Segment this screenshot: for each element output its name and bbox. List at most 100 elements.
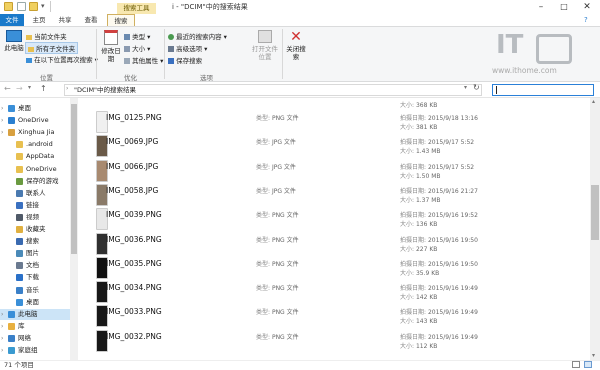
- expand-chevron-icon[interactable]: ›: [1, 333, 3, 344]
- current-folder-button[interactable]: 当前文件夹: [26, 31, 67, 41]
- this-pc-button[interactable]: 此电脑: [3, 30, 25, 70]
- sidebar-item[interactable]: 下载: [0, 272, 70, 283]
- file-row[interactable]: IMG_0033.PNG 类型: PNG 文件 拍摄日期: 2015/9/16 19…: [88, 303, 590, 328]
- all-subfolders-button[interactable]: 所有子文件夹: [25, 42, 79, 54]
- size-button[interactable]: 大小 ▾: [124, 43, 150, 53]
- details-view-icon[interactable]: [572, 361, 580, 368]
- link-icon: [16, 201, 23, 209]
- file-date-value: 2015/9/16 21:27: [427, 187, 478, 195]
- back-icon[interactable]: ←: [4, 84, 11, 93]
- close-search-button[interactable]: ✕ 关闭搜索: [284, 30, 308, 70]
- type-field-label: 类型:: [256, 163, 271, 171]
- file-name: IMG_0058.JPG: [106, 185, 159, 195]
- sidebar-scroll-thumb[interactable]: [71, 104, 77, 254]
- file-date-value: 2015/9/16 19:50: [427, 260, 478, 268]
- sidebar-item-label: AppData: [26, 152, 55, 161]
- sidebar-item[interactable]: 搜索: [0, 236, 70, 247]
- quick-access-dropdown-icon[interactable]: ▾: [41, 2, 45, 10]
- sidebar-item[interactable]: › 此电脑: [0, 308, 70, 320]
- file-name: IMG_0033.PNG: [106, 307, 162, 317]
- search-input[interactable]: [492, 84, 594, 96]
- sidebar-item[interactable]: › Xinghua Jia: [0, 127, 70, 138]
- sidebar-item[interactable]: › 家庭组: [0, 345, 70, 356]
- scroll-up-icon[interactable]: ▴: [592, 98, 595, 105]
- desktop-icon: [16, 298, 23, 306]
- forward-icon[interactable]: →: [16, 84, 23, 93]
- maximize-button[interactable]: □: [553, 0, 575, 14]
- tab-view[interactable]: 查看: [80, 14, 102, 26]
- properties-icon[interactable]: [17, 2, 26, 11]
- sidebar-item[interactable]: › 网络: [0, 333, 70, 344]
- other-properties-button[interactable]: 其他属性 ▾: [124, 55, 163, 65]
- search-again-button[interactable]: 在以下位置再次搜索 ▾: [26, 54, 98, 64]
- sidebar-item[interactable]: › 库: [0, 321, 70, 332]
- sidebar-item[interactable]: › OneDrive: [0, 115, 70, 126]
- sidebar-item[interactable]: AppData: [0, 151, 70, 162]
- file-row[interactable]: IMG_0034.PNG 类型: PNG 文件 拍摄日期: 2015/9/16 19…: [88, 279, 590, 304]
- sidebar-item[interactable]: 收藏夹: [0, 224, 70, 235]
- file-row[interactable]: IMG_0036.PNG 类型: PNG 文件 拍摄日期: 2015/9/16 19…: [88, 231, 590, 255]
- size-field-label: 大小:: [400, 269, 415, 277]
- sidebar-item[interactable]: 文档: [0, 260, 70, 271]
- sidebar-item[interactable]: 视频: [0, 212, 70, 223]
- sidebar-item[interactable]: 链接: [0, 200, 70, 211]
- type-button[interactable]: 类型 ▾: [124, 31, 150, 41]
- file-row[interactable]: IMG_0035.PNG 类型: PNG 文件 拍摄日期: 2015/9/16 19…: [88, 255, 590, 279]
- ithome-logo: IT www.ithome.com: [486, 28, 586, 80]
- refresh-icon[interactable]: ↻: [473, 83, 480, 92]
- large-icons-view-icon[interactable]: [584, 361, 592, 368]
- file-row[interactable]: IMG_0125.PNG 类型: PNG 文件 拍摄日期: 2015/9/18 13…: [88, 109, 590, 133]
- tab-file[interactable]: 文件: [0, 14, 24, 26]
- tab-search[interactable]: 搜索: [107, 14, 135, 26]
- up-icon[interactable]: ↑: [40, 84, 47, 93]
- sidebar-item[interactable]: 桌面: [0, 297, 70, 308]
- file-row[interactable]: IMG_0066.JPG 类型: JPG 文件 拍摄日期: 2015/9/17 5:…: [88, 158, 590, 182]
- file-type-value: PNG 文件: [271, 236, 299, 244]
- file-row[interactable]: IMG_0069.JPG 类型: JPG 文件 拍摄日期: 2015/9/17 5:…: [88, 133, 590, 158]
- tab-share[interactable]: 共享: [54, 14, 76, 26]
- close-button[interactable]: ✕: [576, 0, 598, 14]
- new-folder-icon[interactable]: [29, 2, 38, 11]
- file-date: 拍摄日期: 2015/9/17 5:52: [400, 162, 474, 171]
- minimize-button[interactable]: –: [530, 0, 552, 14]
- expand-chevron-icon[interactable]: ›: [1, 345, 3, 356]
- advanced-options-button[interactable]: 高级选项 ▾: [168, 43, 207, 53]
- recent-searches-button[interactable]: 最近的搜索内容 ▾: [168, 31, 227, 41]
- size-field-label: 大小:: [400, 221, 415, 229]
- folder-icon: [16, 165, 23, 173]
- game-icon: [16, 177, 23, 185]
- recent-searches-label: 最近的搜索内容 ▾: [176, 33, 227, 41]
- folder-icon: [4, 2, 13, 11]
- file-size-value: 143 KB: [415, 318, 438, 326]
- file-row[interactable]: IMG_0039.PNG 类型: PNG 文件 拍摄日期: 2015/9/16 19…: [88, 206, 590, 231]
- save-search-button[interactable]: 保存搜索: [168, 55, 202, 65]
- date-modified-button[interactable]: 修改日期: [100, 30, 122, 70]
- expand-chevron-icon[interactable]: ›: [1, 115, 3, 126]
- file-date: 拍摄日期: 2015/9/18 13:16: [400, 113, 478, 122]
- sidebar-item[interactable]: 图片: [0, 248, 70, 259]
- sidebar-item-label: OneDrive: [26, 164, 57, 173]
- scroll-down-icon[interactable]: ▾: [592, 352, 595, 359]
- sidebar-item[interactable]: › 桌面: [0, 103, 70, 114]
- expand-chevron-icon[interactable]: ›: [1, 309, 3, 320]
- file-row[interactable]: IMG_0032.PNG 类型: PNG 文件 拍摄日期: 2015/9/16 19…: [88, 328, 590, 352]
- file-size-value: 1.50 MB: [415, 172, 441, 180]
- file-list-scroll-thumb[interactable]: [591, 185, 599, 240]
- file-date: 拍摄日期: 2015/9/16 19:50: [400, 235, 478, 244]
- file-size: 大小: 1.50 MB: [400, 171, 441, 180]
- sidebar-item[interactable]: 联系人: [0, 188, 70, 199]
- file-row[interactable]: IMG_0058.JPG 类型: JPG 文件 拍摄日期: 2015/9/16 21…: [88, 182, 590, 206]
- expand-chevron-icon[interactable]: ›: [1, 103, 3, 114]
- help-icon[interactable]: ?: [584, 16, 588, 24]
- tab-home[interactable]: 主页: [28, 14, 50, 26]
- sidebar-item[interactable]: OneDrive: [0, 164, 70, 175]
- sidebar-item[interactable]: .android: [0, 139, 70, 150]
- recent-locations-icon[interactable]: ▾: [28, 84, 31, 91]
- sidebar-item[interactable]: 音乐: [0, 285, 70, 296]
- file-type: 类型: JPG 文件: [256, 186, 296, 195]
- expand-chevron-icon[interactable]: ›: [1, 127, 3, 138]
- expand-chevron-icon[interactable]: ›: [1, 321, 3, 332]
- chevron-down-icon[interactable]: ▾: [464, 84, 467, 91]
- sidebar-item[interactable]: 保存的游戏: [0, 176, 70, 187]
- partial-size-value: 368 KB: [415, 102, 438, 109]
